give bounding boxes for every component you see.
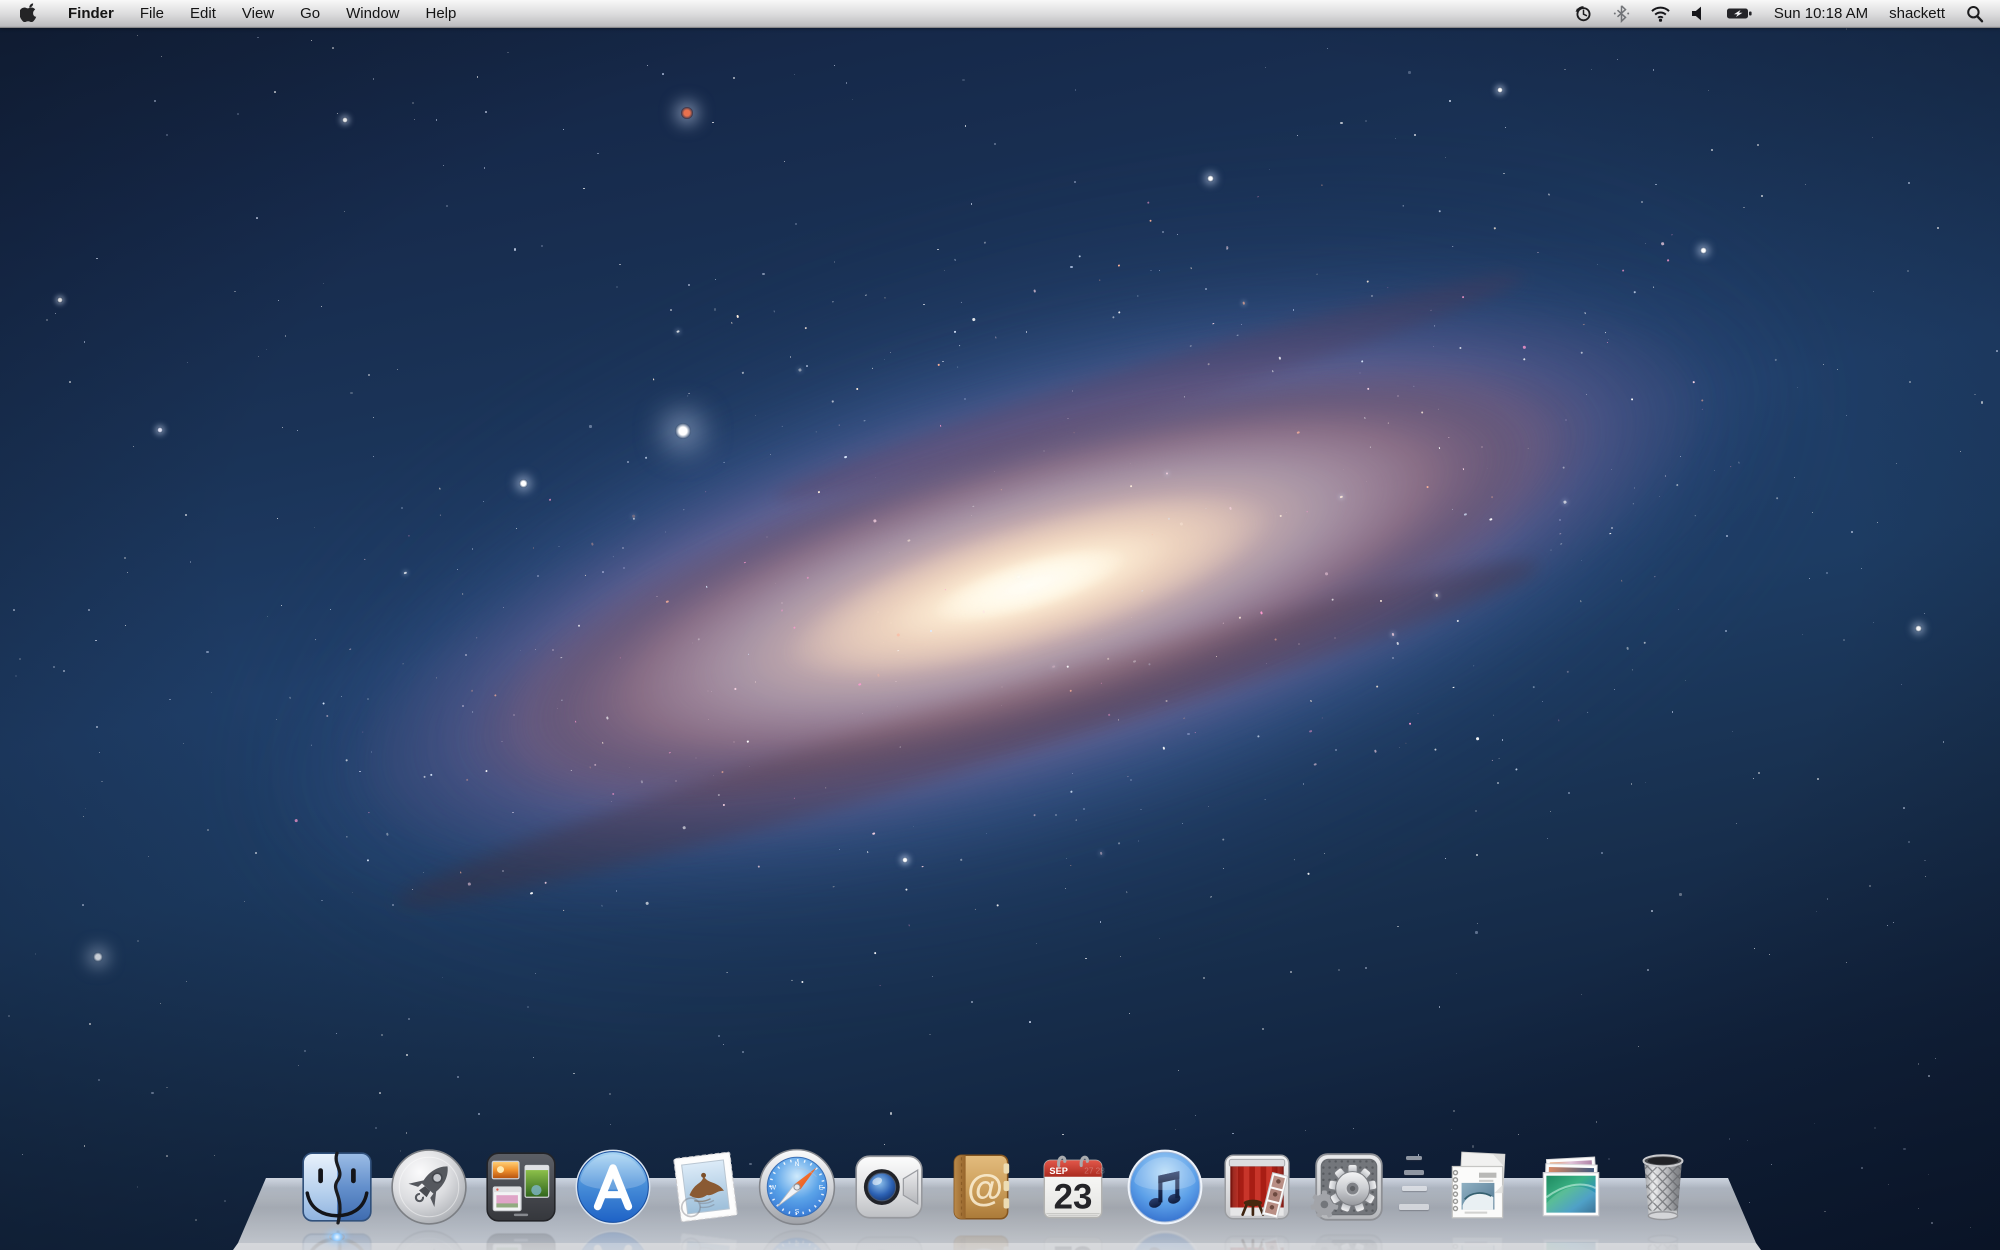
finder-icon [296,1146,378,1228]
dock-divider[interactable] [1400,1146,1428,1228]
dock-item-documents-stack[interactable] [1438,1146,1520,1228]
mail-icon [664,1146,746,1228]
dock-item-facetime[interactable] [848,1146,930,1228]
dock-item-launchpad[interactable] [388,1146,470,1228]
dock-item-itunes[interactable] [1124,1146,1206,1228]
dock: N E S W N E S W @ @ SEP 27 28 23 SEP 27 … [0,1100,2000,1250]
dock-item-photo-booth[interactable] [1216,1146,1298,1228]
trash-icon [1622,1146,1704,1228]
battery-icon[interactable] [1726,4,1753,23]
wallpaper-andromeda-galaxy [0,0,2000,1250]
menu-window[interactable]: Window [333,5,412,22]
wifi-icon[interactable] [1650,4,1671,23]
svg-text:N: N [795,1161,800,1168]
dock-item-system-preferences[interactable] [1308,1146,1390,1228]
svg-text:27 28: 27 28 [1084,1167,1105,1176]
menu-go[interactable]: Go [287,5,333,22]
galaxy [104,0,1956,1200]
mission-control-icon [480,1146,562,1228]
bluetooth-icon[interactable] [1612,4,1631,23]
dock-item-ical[interactable]: SEP 27 28 23 SEP 27 28 23 [1032,1146,1114,1228]
launchpad-icon [388,1146,470,1228]
menu-clock[interactable]: Sun 10:18 AM [1774,5,1868,22]
dock-item-safari[interactable]: N E S W N E S W [756,1146,838,1228]
volume-icon[interactable] [1690,4,1707,23]
apple-logo-icon [20,2,37,26]
spotlight-icon[interactable] [1966,5,1984,23]
menu-view[interactable]: View [229,5,287,22]
pictures-stack-icon [1530,1146,1612,1228]
dock-item-pictures-stack[interactable] [1530,1146,1612,1228]
svg-text:E: E [819,1185,824,1192]
ical-month-label: SEP [1049,1166,1067,1176]
address-book-icon: @ [940,1146,1022,1228]
dock-item-finder[interactable] [296,1146,378,1228]
ical-day-label: 23 [1054,1178,1093,1217]
ical-icon: SEP 27 28 23 [1032,1146,1114,1228]
menu-help[interactable]: Help [413,5,470,22]
address-book-at-glyph: @ [967,1167,1003,1208]
menu-edit[interactable]: Edit [177,5,229,22]
app-store-icon [572,1146,654,1228]
menu-file[interactable]: File [127,5,177,22]
photo-booth-icon [1216,1146,1298,1228]
desktop: FinderFileEditViewGoWindowHelp Sun 10:18… [0,0,2000,1250]
facetime-icon [848,1146,930,1228]
system-preferences-icon [1308,1146,1390,1228]
time-machine-icon[interactable] [1574,4,1593,23]
dock-item-trash[interactable] [1622,1146,1704,1228]
dock-item-mission-control[interactable] [480,1146,562,1228]
svg-text:S: S [795,1209,800,1216]
documents-stack-icon [1438,1146,1520,1228]
menu-finder[interactable]: Finder [55,5,127,22]
running-indicator-finder [329,1233,345,1241]
dock-item-address-book[interactable]: @ @ [940,1146,1022,1228]
user-switcher[interactable]: shackett [1889,5,1945,22]
dock-item-mail[interactable] [664,1146,746,1228]
itunes-icon [1124,1146,1206,1228]
svg-text:W: W [770,1185,777,1192]
dock-item-app-store[interactable] [572,1146,654,1228]
safari-icon: N E S W [756,1146,838,1228]
apple-menu[interactable] [0,2,55,26]
menu-bar: FinderFileEditViewGoWindowHelp Sun 10:18… [0,0,2000,28]
